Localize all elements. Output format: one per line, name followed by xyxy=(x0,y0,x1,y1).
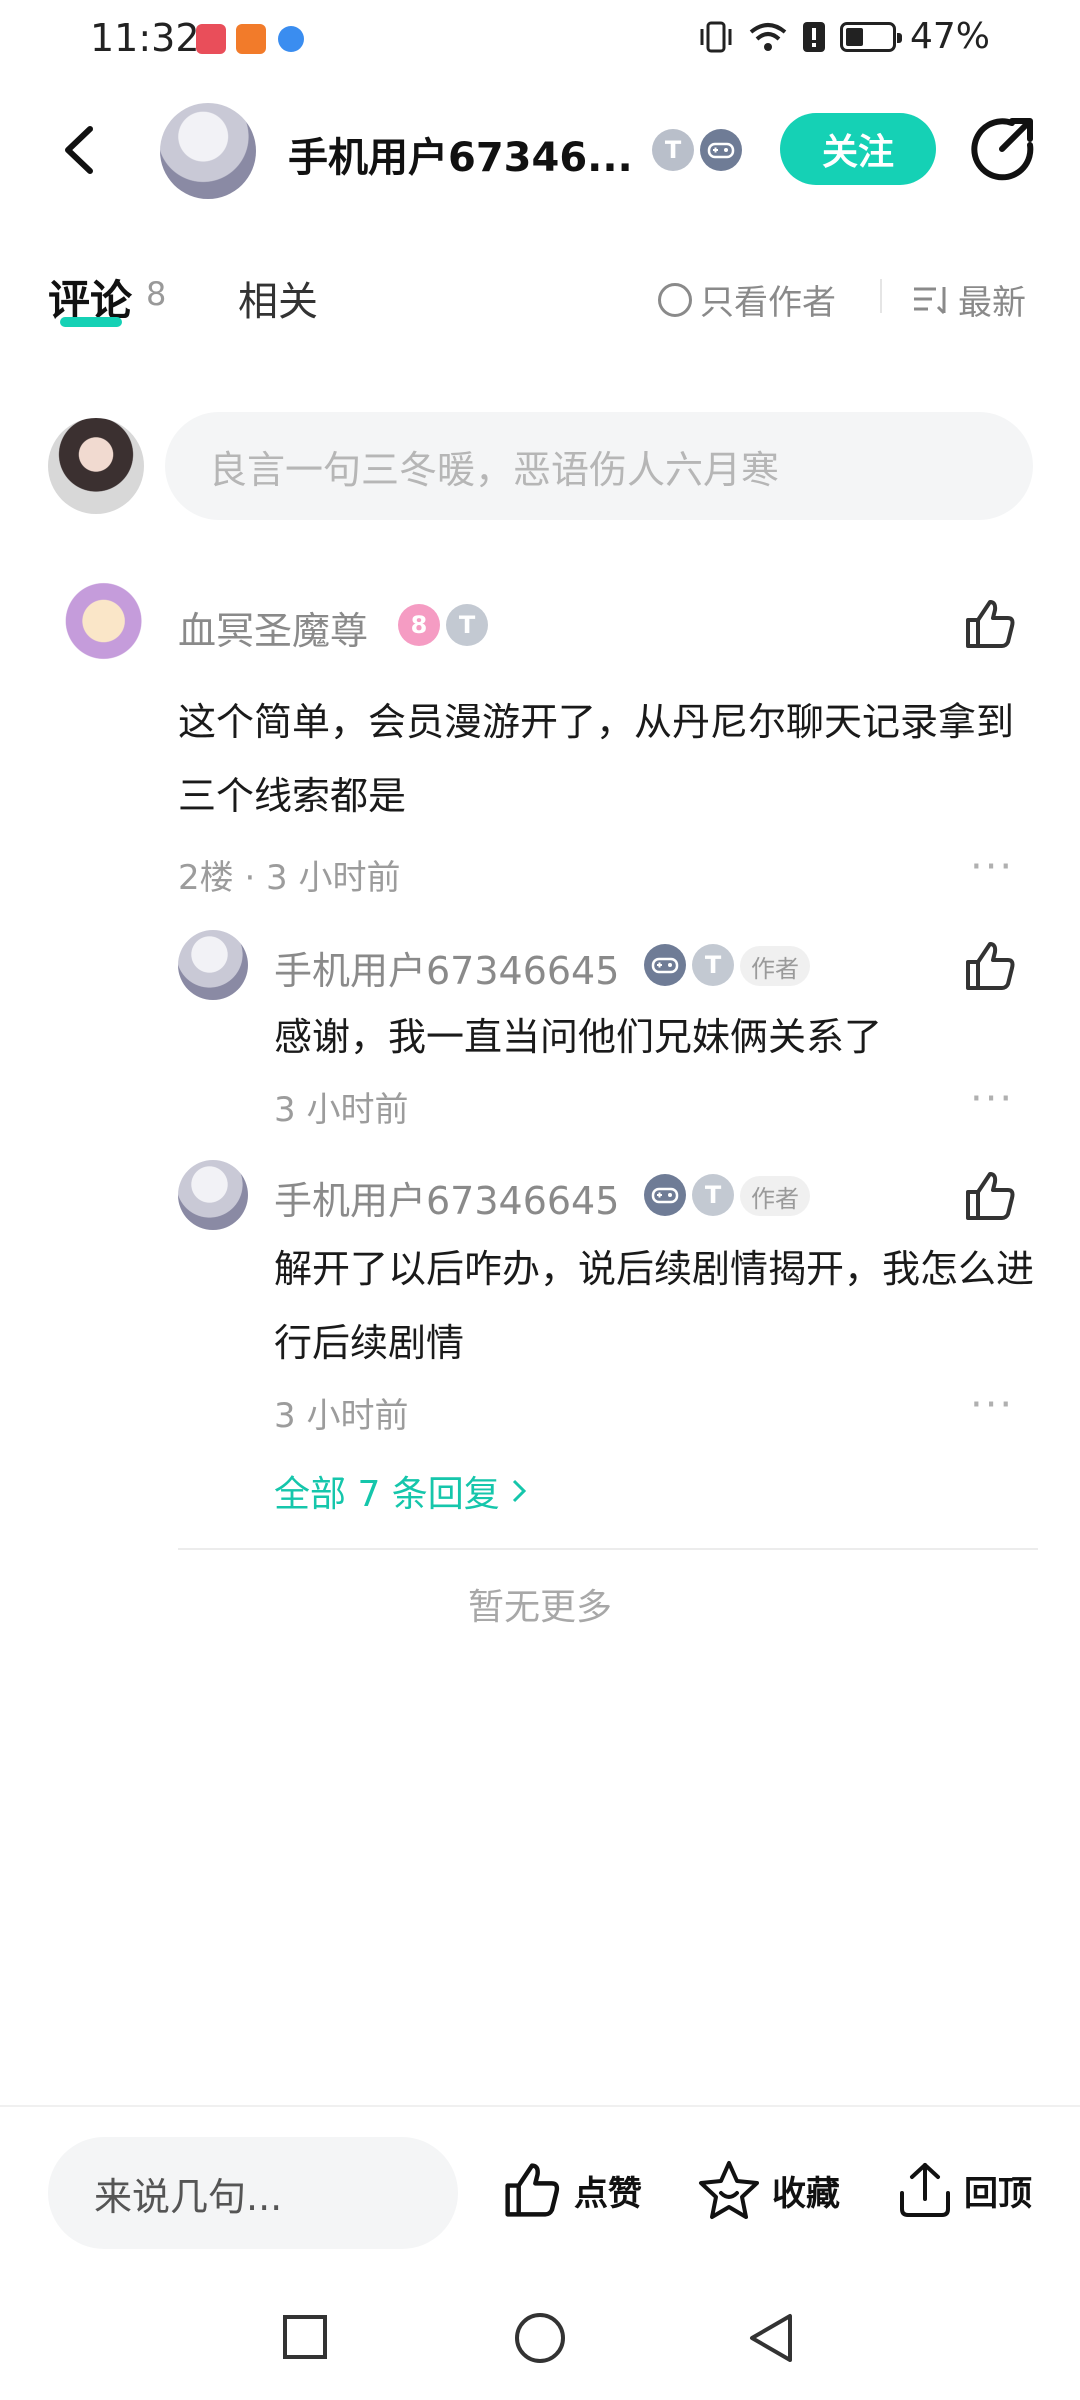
divider xyxy=(178,1548,1038,1550)
level-badge: 8 xyxy=(398,604,440,646)
top-header: 手机用户67346... T 关注 xyxy=(0,95,1080,205)
battery-percent: 47% xyxy=(909,16,990,57)
reply-text: 解开了以后咋办，说后续剧情揭开，我怎么进行后续剧情 xyxy=(274,1247,1035,1365)
radio-circle-icon xyxy=(658,282,692,317)
reply-text: 感谢，我一直当问他们兄妹俩关系了 xyxy=(274,1015,883,1059)
t-level-badge: T xyxy=(446,604,488,646)
my-avatar xyxy=(48,418,144,514)
author-name[interactable]: 手机用户67346... xyxy=(288,125,633,183)
like-icon[interactable] xyxy=(962,1168,1018,1224)
sort-icon xyxy=(914,286,946,314)
like-icon xyxy=(505,2163,560,2217)
more-options-icon[interactable]: ··· xyxy=(970,844,1014,890)
gamepad-badge-icon xyxy=(644,944,686,986)
author-only-toggle[interactable]: 只看作者 xyxy=(658,275,836,324)
reply-avatar[interactable] xyxy=(178,1160,248,1230)
bottom-action-bar: 来说几句... 点赞 收藏 回顶 xyxy=(0,2105,1080,2265)
more-options-icon[interactable]: ··· xyxy=(970,1076,1014,1122)
favorite-button[interactable]: 收藏 xyxy=(696,2159,840,2221)
bottom-input-placeholder: 来说几句... xyxy=(94,2174,283,2219)
status-right: 47% xyxy=(698,16,990,57)
reply-avatar[interactable] xyxy=(178,930,248,1000)
commenter-name[interactable]: 血冥圣魔尊 xyxy=(178,600,368,655)
comment-input[interactable]: 良言一句三冬暖，恶语伤人六月寒 xyxy=(165,412,1033,520)
view-all-replies-link[interactable]: 全部 7 条回复 xyxy=(274,1465,528,1517)
comment-meta: 2楼 · 3 小时前 xyxy=(178,858,401,898)
reply-author-name[interactable]: 手机用户67346645 xyxy=(274,1170,619,1225)
share-icon[interactable] xyxy=(968,113,1038,183)
author-tag: 作者 xyxy=(740,1176,810,1216)
home-circle-icon[interactable] xyxy=(512,2310,568,2366)
like-icon[interactable] xyxy=(962,596,1018,652)
battery-icon xyxy=(839,21,902,52)
upload-arrow-icon xyxy=(900,2163,950,2217)
sim-alert-icon xyxy=(802,21,825,52)
no-more-text: 暂无更多 xyxy=(467,1587,612,1628)
back-to-top-button[interactable]: 回顶 xyxy=(896,2159,1032,2221)
status-time: 11:32 xyxy=(90,16,200,60)
app-notification-icon xyxy=(196,24,226,54)
sort-toggle[interactable]: 最新 xyxy=(912,275,1026,324)
follow-button[interactable]: 关注 xyxy=(780,113,936,185)
commenter-avatar[interactable] xyxy=(42,565,154,677)
t-badge-letter: T xyxy=(704,951,722,979)
t-level-badge: T xyxy=(652,129,694,171)
bottom-comment-input[interactable]: 来说几句... xyxy=(48,2137,458,2249)
author-only-label: 只看作者 xyxy=(700,283,836,323)
author-avatar[interactable] xyxy=(160,103,256,199)
t-badge-letter: T xyxy=(664,136,682,164)
wifi-icon xyxy=(749,22,787,51)
status-bar: 11:32 47% xyxy=(0,0,1080,80)
sort-label: 最新 xyxy=(958,283,1026,323)
back-to-top-label: 回顶 xyxy=(964,2173,1032,2214)
comment-tabs: 评论 8 相关 只看作者 最新 xyxy=(0,255,1080,335)
favorite-label: 收藏 xyxy=(772,2173,840,2214)
author-tag: 作者 xyxy=(740,946,810,986)
vibrate-icon xyxy=(700,21,732,52)
like-button[interactable]: 点赞 xyxy=(500,2159,642,2221)
more-options-icon[interactable]: ··· xyxy=(970,1382,1014,1428)
app-notification-icon xyxy=(278,26,304,52)
chevron-right-icon xyxy=(512,1479,526,1503)
comment-text: 这个简单，会员漫游开了，从丹尼尔聊天记录拿到三个线索都是 xyxy=(178,700,1015,818)
back-triangle-icon[interactable] xyxy=(744,2310,800,2366)
reply-author-name[interactable]: 手机用户67346645 xyxy=(274,940,619,995)
like-label: 点赞 xyxy=(574,2173,642,2214)
comment-input-placeholder: 良言一句三冬暖，恶语伤人六月寒 xyxy=(209,447,780,492)
view-all-replies-label: 全部 7 条回复 xyxy=(274,1474,500,1515)
star-icon xyxy=(699,2161,759,2219)
back-arrow-icon[interactable] xyxy=(50,117,110,183)
t-badge-letter: T xyxy=(458,611,476,639)
t-badge-letter: T xyxy=(704,1181,722,1209)
divider xyxy=(880,279,882,313)
reply-time: 3 小时前 xyxy=(274,1090,409,1130)
tab-related[interactable]: 相关 xyxy=(238,269,318,327)
t-level-badge: T xyxy=(692,944,734,986)
like-icon[interactable] xyxy=(962,938,1018,994)
app-notification-icon xyxy=(236,24,266,54)
gamepad-badge-icon xyxy=(700,129,742,171)
recent-apps-icon[interactable] xyxy=(280,2312,330,2362)
reply-time: 3 小时前 xyxy=(274,1396,409,1436)
tab-indicator xyxy=(60,317,122,327)
comment-count: 8 xyxy=(146,275,167,313)
system-nav-bar xyxy=(0,2290,1080,2400)
level-number: 8 xyxy=(410,611,428,639)
gamepad-badge-icon xyxy=(644,1174,686,1216)
t-level-badge: T xyxy=(692,1174,734,1216)
